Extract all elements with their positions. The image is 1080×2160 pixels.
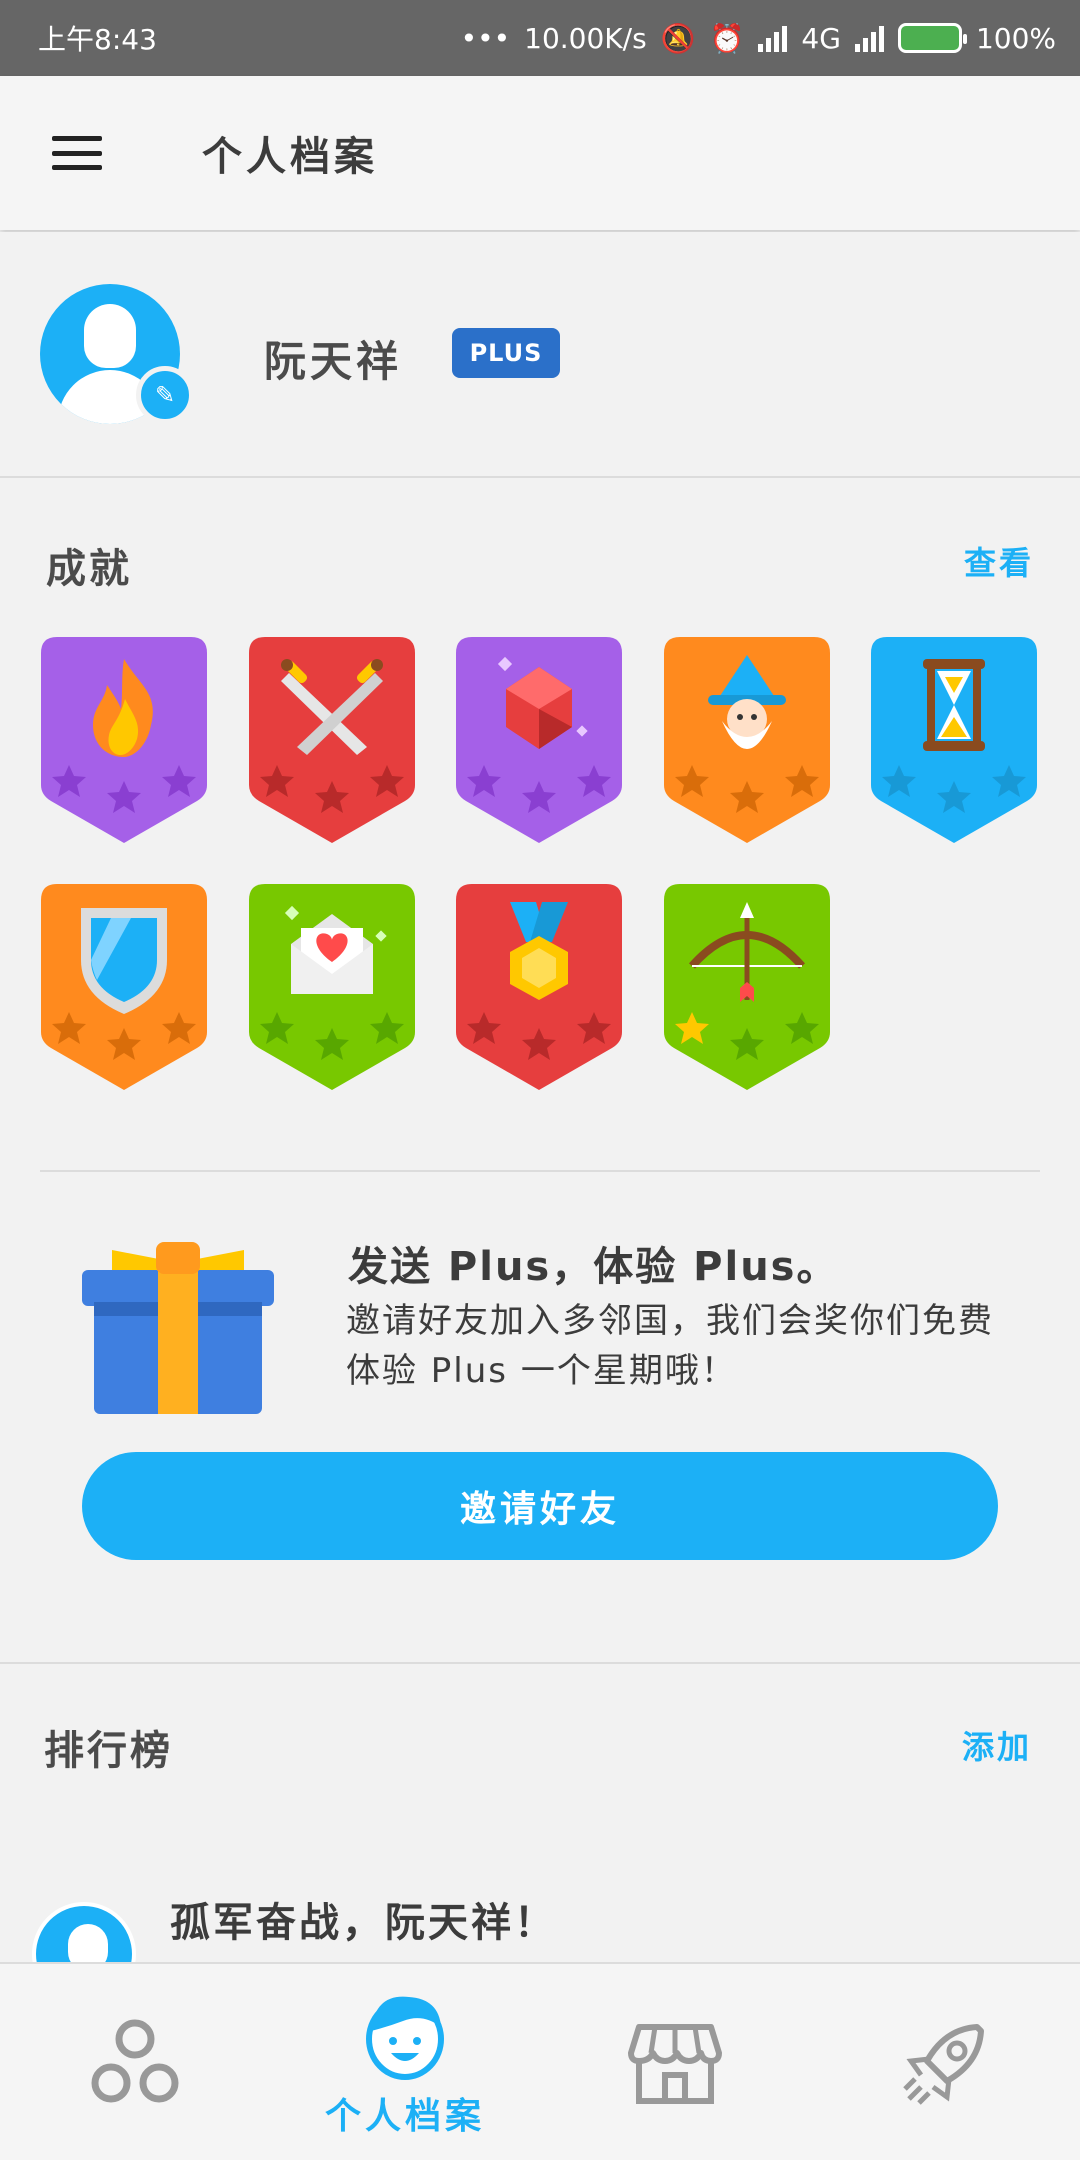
nav-profile[interactable]: 个人档案 [270, 1964, 540, 2160]
hourglass-icon [923, 659, 985, 751]
gift-box-icon [82, 1240, 274, 1416]
medal-icon [510, 902, 568, 1000]
hamburger-menu-icon[interactable] [52, 136, 102, 170]
plus-badge: PLUS [452, 328, 560, 378]
achievements-divider [40, 1170, 1040, 1172]
rocket-icon [903, 2024, 984, 2105]
achievements-title: 成就 [46, 546, 132, 592]
signal-icon-2 [854, 24, 884, 52]
status-time: 上午8:43 [38, 23, 157, 56]
page-title: 个人档案 [202, 134, 378, 180]
leaderboard-message: 孤军奋战，阮天祥！ [170, 1900, 557, 1946]
profile-header: ✎ 阮天祥 PLUS [0, 232, 1080, 478]
achievement-badge-letter[interactable] [249, 884, 415, 1090]
battery-icon [897, 23, 967, 53]
promo-description: 邀请好友加入多邻国，我们会奖你们免费体验 Plus 一个星期哦！ [346, 1301, 994, 1391]
app-bar: 个人档案 [0, 76, 1080, 230]
username: 阮天祥 [264, 337, 403, 386]
achievement-badge-bow[interactable] [664, 884, 830, 1090]
leaderboard-title: 排行榜 [44, 1728, 173, 1774]
achievement-badge-medal[interactable] [456, 884, 622, 1090]
battery-level: 100% [975, 21, 1056, 55]
nav-learn[interactable] [0, 1964, 270, 2160]
network-type: 4G [801, 21, 841, 55]
nav-profile-label: 个人档案 [324, 2096, 485, 2137]
invite-friends-button[interactable]: 邀请好友 [82, 1452, 998, 1560]
dots-icon: ••• [460, 21, 511, 55]
achievement-badge-hourglass[interactable] [871, 637, 1037, 843]
profile-face-icon [366, 1996, 444, 2080]
learn-circles-icon [91, 2019, 179, 2103]
achievement-badge-shield[interactable] [41, 884, 207, 1090]
shop-icon [628, 2024, 722, 2104]
nav-rocket[interactable] [810, 1964, 1080, 2160]
status-bar: 上午8:43 ••• 10.00K/s 🔕 ⏰ 4G 100% [0, 0, 1080, 76]
bottom-navigation: 个人档案 [0, 1962, 1080, 2160]
achievement-badge-swords[interactable] [249, 637, 415, 843]
signal-icon [758, 24, 788, 52]
mute-icon: 🔕 [660, 21, 696, 55]
section-divider [0, 1662, 1080, 1664]
achievements-view-link[interactable]: 查看 [964, 538, 1034, 584]
promo-title: 发送 Plus，体验 Plus。 [348, 1244, 839, 1290]
leaderboard-add-link[interactable]: 添加 [962, 1722, 1032, 1768]
status-indicators: ••• 10.00K/s 🔕 ⏰ 4G 100% [461, 22, 1056, 55]
pencil-icon[interactable]: ✎ [136, 366, 194, 424]
net-speed: 10.00K/s [524, 21, 647, 55]
alarm-icon: ⏰ [709, 21, 745, 55]
achievement-badge-flame[interactable] [41, 637, 207, 843]
nav-shop[interactable] [540, 1964, 810, 2160]
achievement-badge-gem[interactable] [456, 637, 622, 843]
achievement-badge-wizard[interactable] [664, 637, 830, 843]
